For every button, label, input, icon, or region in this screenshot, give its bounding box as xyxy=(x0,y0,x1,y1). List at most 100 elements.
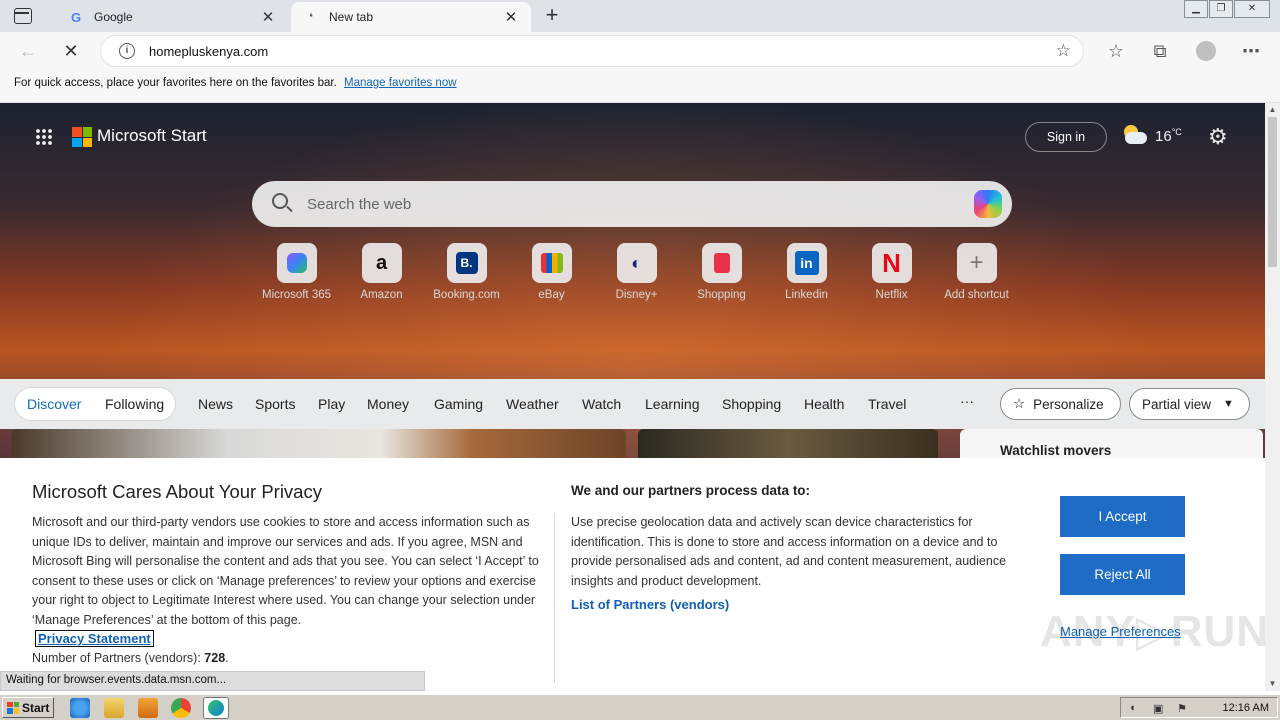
taskbar: Start ◖ ▣ ⚑ 12:16 AM xyxy=(0,694,1280,720)
nav-play[interactable]: Play xyxy=(318,396,345,412)
collections-icon[interactable]: ⧉ xyxy=(1149,40,1171,62)
flag-icon[interactable]: ⚑ xyxy=(1177,702,1191,715)
shortcut-label: Add shortcut xyxy=(944,289,1009,301)
favorites-icon[interactable]: ☆ xyxy=(1105,40,1127,62)
scroll-down-icon[interactable]: ▼ xyxy=(1265,677,1280,691)
vendors-list-link[interactable]: List of Partners (vendors) xyxy=(571,597,729,612)
booking-icon: B. xyxy=(446,243,487,283)
new-tab-button[interactable]: + xyxy=(540,4,564,28)
close-tab-icon[interactable]: ✕ xyxy=(260,8,276,26)
start-button[interactable]: Start xyxy=(2,697,54,718)
clock[interactable]: 12:16 AM xyxy=(1223,702,1269,714)
tab-strip: G Google ✕ ❛ New tab ✕ + ▁ ❐ ✕ xyxy=(0,0,1280,32)
chrome-icon[interactable] xyxy=(171,698,191,718)
shortcut-disney[interactable]: ◐ Disney+ xyxy=(594,243,679,301)
nav-money[interactable]: Money xyxy=(367,396,409,412)
nav-more-icon[interactable]: ··· xyxy=(960,393,974,409)
amazon-icon: a xyxy=(361,243,402,283)
more-menu-icon[interactable]: ⋯ xyxy=(1240,40,1262,62)
nav-watch[interactable]: Watch xyxy=(582,396,621,412)
gear-icon[interactable]: ⚙ xyxy=(1208,124,1228,150)
windows-logo-icon xyxy=(7,701,19,714)
plus-icon: + xyxy=(956,243,997,283)
scroll-thumb[interactable] xyxy=(1268,117,1277,267)
shopping-icon xyxy=(701,243,742,283)
partners-count: Number of Partners (vendors): 728. xyxy=(32,651,229,665)
start-label: Start xyxy=(22,700,50,715)
tab-title: New tab xyxy=(329,10,374,24)
nav-weather[interactable]: Weather xyxy=(506,396,559,412)
site-info-icon[interactable]: i xyxy=(119,43,135,59)
tab-google[interactable]: G Google ✕ xyxy=(56,2,288,32)
search-box[interactable] xyxy=(252,181,1012,227)
privacy-statement-link[interactable]: Privacy Statement xyxy=(35,630,154,647)
volume-icon[interactable]: ◖ xyxy=(1129,702,1143,714)
page-scrollbar[interactable]: ▲ ▼ xyxy=(1265,103,1280,691)
nav-news[interactable]: News xyxy=(198,396,233,412)
file-explorer-icon[interactable] xyxy=(104,698,124,718)
temperature[interactable]: 16°C xyxy=(1155,127,1182,145)
disney-icon: ◐ xyxy=(616,243,657,283)
shortcut-booking[interactable]: B. Booking.com xyxy=(424,243,509,301)
nav-health[interactable]: Health xyxy=(804,396,844,412)
internet-explorer-icon[interactable] xyxy=(70,698,90,718)
navigation-toolbar: ← ✕ i homepluskenya.com ☆ ☆ ⧉ ⋯ xyxy=(0,32,1280,70)
tab-discover[interactable]: Discover xyxy=(27,396,81,412)
shortcut-linkedin[interactable]: in Linkedin xyxy=(764,243,849,301)
view-mode-select[interactable]: Partial view ▼ xyxy=(1129,388,1250,420)
shortcut-microsoft-365[interactable]: Microsoft 365 xyxy=(254,243,339,301)
status-bubble: Waiting for browser.events.data.msn.com.… xyxy=(0,671,425,691)
tab-new-tab[interactable]: ❛ New tab ✕ xyxy=(291,2,531,32)
accept-button[interactable]: I Accept xyxy=(1060,496,1185,537)
manage-preferences-link[interactable]: Manage Preferences xyxy=(1060,624,1181,639)
tab-actions-icon[interactable] xyxy=(14,8,32,24)
linkedin-icon: in xyxy=(786,243,827,283)
add-favorite-icon[interactable]: ☆ xyxy=(1056,41,1071,61)
shortcut-netflix[interactable]: N Netflix xyxy=(849,243,934,301)
close-window-button[interactable]: ✕ xyxy=(1234,0,1270,18)
personalize-label: Personalize xyxy=(1033,396,1104,412)
copilot-icon[interactable] xyxy=(974,190,1002,218)
loading-icon: ❛ xyxy=(309,11,313,24)
brand-title[interactable]: Microsoft Start xyxy=(97,126,207,146)
weather-cloudy-icon[interactable] xyxy=(1121,124,1149,146)
shortcuts-row: Microsoft 365 a Amazon B. Booking.com eB… xyxy=(254,243,1019,301)
nav-learning[interactable]: Learning xyxy=(645,396,700,412)
restore-button[interactable]: ❐ xyxy=(1209,0,1233,18)
view-mode-label: Partial view xyxy=(1142,396,1212,412)
ebay-icon xyxy=(531,243,572,283)
purposes-title: We and our partners process data to: xyxy=(571,483,811,498)
tab-title: Google xyxy=(94,10,133,24)
personalize-button[interactable]: ☆ Personalize xyxy=(1000,388,1121,420)
nav-shopping[interactable]: Shopping xyxy=(722,396,781,412)
shortcut-amazon[interactable]: a Amazon xyxy=(339,243,424,301)
shortcut-label: Amazon xyxy=(360,289,403,301)
nav-travel[interactable]: Travel xyxy=(868,396,906,412)
nav-sports[interactable]: Sports xyxy=(255,396,295,412)
privacy-consent-banner: Microsoft Cares About Your Privacy Micro… xyxy=(0,458,1268,691)
app-launcher-icon[interactable] xyxy=(35,128,53,146)
shortcut-shopping[interactable]: Shopping xyxy=(679,243,764,301)
scroll-up-icon[interactable]: ▲ xyxy=(1265,103,1280,117)
close-tab-icon[interactable]: ✕ xyxy=(503,8,519,26)
stop-loading-icon[interactable]: ✕ xyxy=(60,40,82,62)
minimize-button[interactable]: ▁ xyxy=(1184,0,1208,18)
manage-favorites-link[interactable]: Manage favorites now xyxy=(344,77,457,89)
edge-taskbar-button[interactable] xyxy=(203,697,229,719)
media-player-icon[interactable] xyxy=(138,698,158,718)
profile-avatar[interactable] xyxy=(1196,41,1216,61)
partners-label: Number of Partners (vendors): xyxy=(32,651,201,665)
reject-all-button[interactable]: Reject All xyxy=(1060,554,1185,595)
shortcut-label: Shopping xyxy=(697,289,746,301)
address-bar[interactable]: i homepluskenya.com ☆ xyxy=(100,35,1084,67)
tab-following[interactable]: Following xyxy=(105,396,164,412)
shortcut-ebay[interactable]: eBay xyxy=(509,243,594,301)
shortcut-label: Microsoft 365 xyxy=(261,289,332,301)
shortcut-add[interactable]: + Add shortcut xyxy=(934,243,1019,301)
back-icon[interactable]: ← xyxy=(17,40,39,62)
sign-in-button[interactable]: Sign in xyxy=(1025,122,1107,152)
nav-gaming[interactable]: Gaming xyxy=(434,396,483,412)
url-text[interactable]: homepluskenya.com xyxy=(149,44,268,59)
search-input[interactable] xyxy=(307,193,907,215)
network-icon[interactable]: ▣ xyxy=(1153,702,1167,715)
